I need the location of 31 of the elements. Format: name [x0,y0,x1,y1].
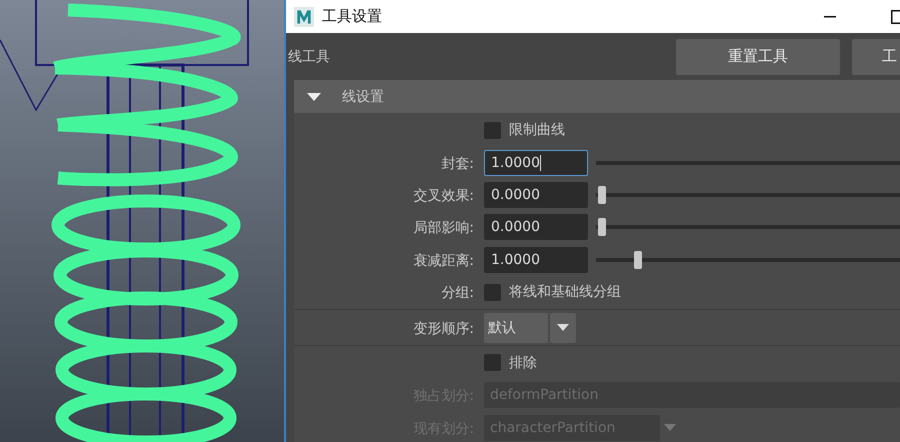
checkbox[interactable] [484,354,501,372]
checkbox-label[interactable]: 将线和基础线分组 [509,283,621,302]
slider-handle[interactable] [598,218,606,236]
field-label: 交叉效果: [413,188,474,204]
tool-name: 线工具 [288,48,330,66]
number-field[interactable]: 1.0000 [484,150,588,176]
number-field[interactable]: 0.0000 [484,214,588,240]
checkbox[interactable] [484,122,501,139]
caret-icon[interactable] [557,324,569,332]
checkbox-label[interactable]: 排除 [509,354,537,372]
field-label: 变形顺序: [413,320,474,337]
collapse-triangle-icon[interactable] [306,92,322,102]
field-label: 衰减距离: [413,252,474,269]
checkbox[interactable] [484,284,501,301]
minimize-icon[interactable] [824,16,836,18]
app-logo-icon [294,6,314,26]
slider-handle[interactable] [598,186,606,204]
field-label: 局部影响: [413,220,474,236]
toolbar-button[interactable]: 工 [852,38,900,74]
number-field[interactable]: 0.0000 [484,182,588,208]
checkbox-label[interactable]: 限制曲线 [509,121,565,140]
field-label: 分组: [441,285,474,302]
toolbar-button[interactable]: 重置工具 [676,38,840,74]
window-title: 工具设置 [322,7,382,26]
dropdown-arrow-button[interactable] [550,312,576,343]
section-title[interactable]: 线设置 [342,88,384,106]
number-field[interactable]: 1.0000 [484,246,588,273]
maximize-icon[interactable] [890,10,900,24]
field-label: 封套: [441,156,474,172]
slider-handle[interactable] [634,250,642,269]
dropdown[interactable]: 默认 [484,312,548,343]
